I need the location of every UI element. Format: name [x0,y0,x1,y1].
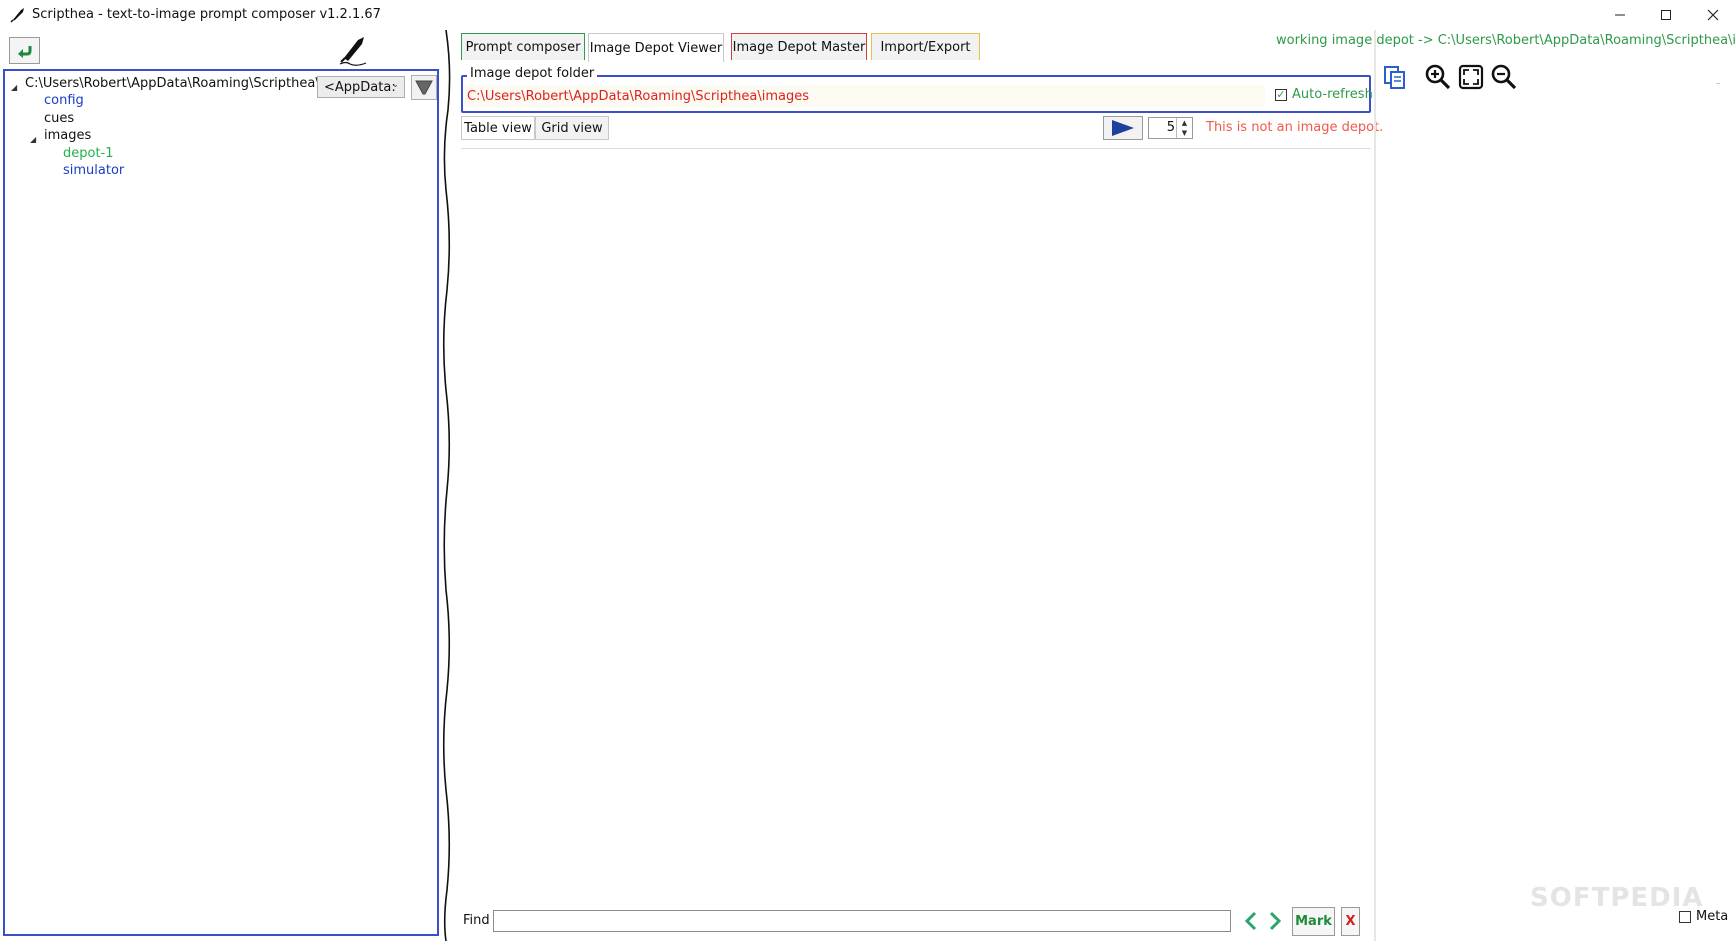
maximize-button[interactable] [1643,0,1689,30]
fit-screen-icon [1458,64,1484,90]
fit-button[interactable] [1456,62,1486,92]
expand-arrow-icon[interactable]: ◢ [30,131,36,149]
minimize-icon [1615,14,1625,16]
tree-root[interactable]: C:\Users\Robert\AppData\Roaming\Scripthe… [25,75,320,93]
auto-refresh-checkbox[interactable]: ✓ Auto-refresh [1275,87,1373,102]
tab-grid-view[interactable]: Grid view [535,116,609,140]
close-button[interactable] [1690,0,1736,30]
not-depot-message: This is not an image depot. [1206,120,1384,135]
zoom-out-icon [1491,64,1517,90]
zoom-out-button[interactable] [1489,62,1519,92]
tree-item-depot-1[interactable]: depot-1 [63,145,114,163]
copy-button[interactable] [1380,62,1410,92]
depot-folder-label: Image depot folder [467,66,598,81]
count-stepper[interactable]: 5 ▲ ▼ [1148,117,1193,139]
play-icon [1112,120,1134,136]
chevron-right-icon [1269,911,1282,931]
chevron-down-icon: ⌄ [391,80,399,90]
preview-divider[interactable] [1374,30,1376,941]
quill-app-icon [10,8,24,23]
folder-tree-panel [3,69,439,936]
tab-image-depot-master[interactable]: Image Depot Master [731,33,867,60]
find-next-button[interactable] [1264,908,1286,934]
tree-item-images[interactable]: images [44,127,91,145]
tree-item-simulator[interactable]: simulator [63,162,124,180]
stepper-arrows-icon[interactable]: ▲ ▼ [1176,118,1192,138]
minimize-button[interactable] [1597,0,1643,30]
checkbox-unchecked-icon [1679,910,1691,923]
mark-button[interactable]: Mark [1292,907,1335,936]
funnel-icon [415,80,433,94]
working-depot-label: working image depot -> C:\Users\Robert\A… [1276,33,1736,48]
maximize-icon [1661,10,1671,20]
count-value: 5 [1166,120,1175,135]
image-list-area[interactable] [461,148,1371,909]
auto-refresh-label: Auto-refresh [1292,87,1373,102]
clear-find-button[interactable]: X [1341,907,1360,936]
title-bar: Scripthea - text-to-image prompt compose… [0,0,1736,30]
expand-arrow-icon[interactable]: ◢ [11,79,17,97]
meta-label: Meta [1696,909,1729,924]
filter-button[interactable] [411,75,437,100]
find-label: Find [463,913,490,928]
copy-icon [1384,66,1405,89]
panel-splitter[interactable] [438,30,458,941]
find-prev-button[interactable] [1240,908,1262,934]
find-input[interactable] [493,910,1231,932]
checkbox-checked-icon: ✓ [1275,88,1287,101]
zoom-in-icon [1425,64,1451,90]
tab-image-depot-viewer[interactable]: Image Depot Viewer [588,33,724,62]
tab-table-view[interactable]: Table view [461,116,535,140]
close-icon [1707,9,1719,21]
zoom-in-button[interactable] [1423,62,1453,92]
tab-import-export[interactable]: Import/Export [871,33,980,60]
window-title: Scripthea - text-to-image prompt compose… [32,7,381,22]
root-folder-select[interactable]: <AppData: ⌄ [317,76,405,98]
preview-placeholder-dash: - [1716,76,1721,90]
back-button[interactable] [9,37,40,64]
tree-item-cues[interactable]: cues [44,110,74,128]
tab-prompt-composer[interactable]: Prompt composer [461,33,585,60]
return-arrow-icon [17,45,31,58]
quill-pen-icon [339,37,367,66]
tree-item-config[interactable]: config [44,92,84,110]
play-button[interactable] [1103,116,1143,140]
softpedia-watermark: SOFTPEDIA [1530,883,1704,913]
root-select-value: <AppData: [324,79,396,95]
chevron-left-icon [1244,911,1257,931]
depot-path-input[interactable] [465,85,1265,107]
meta-checkbox[interactable]: Meta [1679,909,1728,924]
